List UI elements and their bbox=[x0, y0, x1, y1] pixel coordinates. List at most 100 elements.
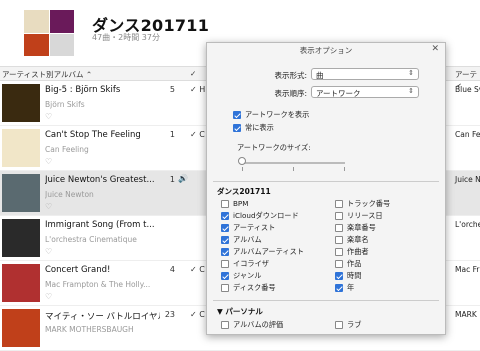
album-artist: Björn Skifs bbox=[45, 100, 85, 109]
option-label: アルバム bbox=[233, 235, 262, 244]
artist-cell: L'orche bbox=[455, 220, 480, 229]
format-select[interactable]: 曲 ⇕ bbox=[311, 68, 419, 80]
heart-icon[interactable]: ♡ bbox=[45, 292, 52, 301]
section-title-personal[interactable]: ▼ パーソナル bbox=[217, 306, 263, 317]
mosaic-tile bbox=[24, 10, 49, 33]
section-title-columns: ダンス201711 bbox=[217, 187, 271, 196]
chevron-updown-icon: ⇕ bbox=[408, 69, 414, 77]
option-label: アルバムの評価 bbox=[233, 320, 284, 329]
option-checkbox-work[interactable] bbox=[335, 260, 343, 268]
option-label: ジャンル bbox=[233, 271, 262, 280]
album-artist: Mac Frampton & The Holly... bbox=[45, 280, 151, 289]
option-checkbox-album-rating[interactable] bbox=[221, 321, 229, 329]
slider-tick bbox=[242, 167, 243, 171]
always-show-label: 常に表示 bbox=[245, 123, 274, 132]
option-checkbox-disc-number[interactable] bbox=[221, 284, 229, 292]
artwork-size-slider-track[interactable] bbox=[241, 162, 345, 164]
album-artwork bbox=[2, 219, 40, 257]
option-checkbox-equalizer[interactable] bbox=[221, 260, 229, 268]
option-label: アーティスト bbox=[233, 223, 276, 232]
album-artist: L'orchestra Cinematique bbox=[45, 235, 137, 244]
option-label: ラブ bbox=[347, 320, 362, 329]
option-checkbox-album-artist[interactable] bbox=[221, 248, 229, 256]
track-number: 1 bbox=[169, 130, 175, 139]
option-label: 楽章名 bbox=[347, 235, 369, 244]
option-checkbox-movement-number[interactable] bbox=[335, 224, 343, 232]
heart-icon[interactable]: ♡ bbox=[45, 112, 52, 121]
option-label: イコライザ bbox=[233, 259, 269, 268]
option-label: 楽章番号 bbox=[347, 223, 376, 232]
option-checkbox-album[interactable] bbox=[221, 236, 229, 244]
personal-section-label: パーソナル bbox=[225, 307, 263, 316]
mosaic-tile bbox=[24, 33, 49, 56]
album-title: Concert Grand! bbox=[45, 265, 111, 275]
album-artwork bbox=[2, 129, 40, 167]
option-checkbox-icloud[interactable] bbox=[221, 212, 229, 220]
option-checkbox-artist[interactable] bbox=[221, 224, 229, 232]
heart-icon[interactable]: ♡ bbox=[45, 202, 52, 211]
track-number: 1 bbox=[169, 175, 175, 184]
track-number: 23 bbox=[164, 310, 175, 319]
check-mark[interactable]: ✓ H bbox=[190, 85, 205, 94]
option-checkbox-year[interactable] bbox=[335, 284, 343, 292]
artwork-size-slider-knob[interactable] bbox=[238, 157, 246, 165]
artist-cell: Mac Fr bbox=[455, 265, 480, 274]
chevron-updown-icon: ⇕ bbox=[408, 87, 414, 95]
check-mark[interactable]: ✓ C bbox=[190, 310, 205, 319]
slider-tick bbox=[344, 167, 345, 171]
artist-cell: Can Fe bbox=[455, 130, 480, 139]
album-artwork bbox=[2, 309, 40, 347]
option-label: BPM bbox=[233, 199, 249, 208]
album-title: マイティ・ソー バトルロイヤル... bbox=[45, 312, 160, 322]
always-show-checkbox[interactable] bbox=[233, 124, 241, 132]
artist-cell: MARK bbox=[455, 310, 477, 319]
show-artwork-checkbox[interactable] bbox=[233, 111, 241, 119]
close-icon[interactable]: ✕ bbox=[431, 44, 439, 54]
option-label: 作品 bbox=[347, 259, 362, 268]
option-checkbox-time[interactable] bbox=[335, 272, 343, 280]
dialog-title: 表示オプション bbox=[299, 46, 353, 55]
album-artwork bbox=[2, 174, 40, 212]
option-label: アルバムアーティスト bbox=[233, 247, 304, 256]
order-select-value: アートワーク bbox=[316, 89, 361, 98]
option-label: 作曲者 bbox=[347, 247, 369, 256]
option-label: 年 bbox=[347, 283, 355, 292]
format-select-value: 曲 bbox=[316, 71, 324, 80]
artist-cell: Blue Sv bbox=[455, 85, 480, 94]
option-label: iCloudダウンロード bbox=[233, 211, 299, 220]
album-artist: Juice Newton bbox=[45, 190, 94, 199]
option-checkbox-track-number[interactable] bbox=[335, 200, 343, 208]
divider bbox=[213, 300, 439, 301]
album-title: Big-5 : Björn Skifs bbox=[45, 85, 121, 95]
option-checkbox-release-date[interactable] bbox=[335, 212, 343, 220]
heart-icon[interactable]: ♡ bbox=[45, 157, 52, 166]
option-checkbox-composer[interactable] bbox=[335, 248, 343, 256]
playlist-subtitle: 47曲・2時間 37分 bbox=[92, 33, 160, 42]
album-artwork bbox=[2, 84, 40, 122]
track-number: 5 bbox=[169, 85, 175, 94]
mosaic-tile bbox=[49, 10, 74, 33]
track-number: 4 bbox=[169, 265, 175, 274]
artist-cell: Juice N bbox=[455, 175, 480, 184]
album-artist: Can Feeling bbox=[45, 145, 89, 154]
check-mark[interactable]: ✓ C bbox=[190, 265, 205, 274]
column-header-album-by-artist[interactable]: アーティスト別アルバム ⌃ bbox=[2, 69, 92, 80]
option-checkbox-love[interactable] bbox=[335, 321, 343, 329]
option-label: ディスク番号 bbox=[233, 283, 276, 292]
option-label: 時間 bbox=[347, 271, 362, 280]
divider bbox=[213, 181, 439, 182]
album-artwork bbox=[2, 264, 40, 302]
order-select[interactable]: アートワーク ⇕ bbox=[311, 86, 419, 98]
option-label: トラック番号 bbox=[347, 199, 391, 208]
slider-tick bbox=[293, 167, 294, 171]
heart-icon[interactable]: ♡ bbox=[45, 247, 52, 256]
check-mark[interactable]: ✓ C bbox=[190, 130, 205, 139]
option-checkbox-bpm[interactable] bbox=[221, 200, 229, 208]
option-checkbox-genre[interactable] bbox=[221, 272, 229, 280]
option-checkbox-movement-name[interactable] bbox=[335, 236, 343, 244]
view-options-dialog: 表示オプション ✕ 表示形式: 曲 ⇕ 表示順序: アートワーク ⇕ アートワー… bbox=[206, 42, 446, 335]
album-title: Immigrant Song (From t... bbox=[45, 220, 155, 230]
album-title: Can't Stop The Feeling bbox=[45, 130, 141, 140]
column-header-check[interactable]: ✓ bbox=[190, 69, 196, 78]
mosaic-tile bbox=[49, 33, 74, 56]
